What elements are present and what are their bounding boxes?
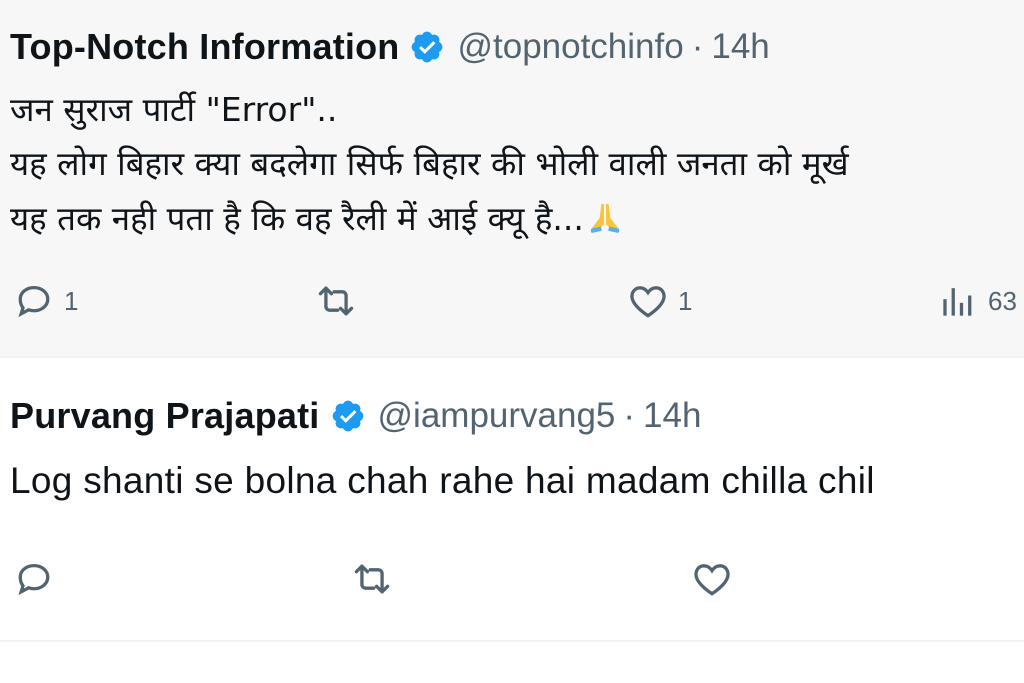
like-button[interactable] [690,554,734,604]
retweet-button[interactable] [314,276,358,326]
retweet-button[interactable] [350,554,394,604]
reply-button[interactable]: 1 [12,276,78,326]
tweet-text-line: यह तक नही पता है कि वह रैली में आई क्यू … [10,199,584,238]
author-handle[interactable]: @iampurvang5 [378,396,616,436]
separator-dot: · [623,396,636,435]
retweet-icon [354,564,390,594]
separator-dot: · [691,27,704,66]
author-name[interactable]: Purvang Prajapati [10,395,320,437]
tweet-actions: 1 1 63 [0,276,1024,326]
tweet-text-line-with-emoji: यह तक नही पता है कि वह रैली में आई क्यू … [10,195,624,240]
views-count: 63 [988,285,1017,316]
retweet-icon [318,286,354,316]
author-name[interactable]: Top-Notch Information [10,26,399,68]
views-chart-icon [943,288,972,316]
verified-badge-icon [412,31,443,63]
tweet-text-line: Log shanti se bolna chah rahe hai madam … [10,460,875,501]
views-button[interactable]: 63 [936,276,1017,326]
reply-button[interactable] [12,554,64,604]
tweet-text-line: यह लोग बिहार क्या बदलेगा सिर्फ बिहार की … [10,144,849,183]
tweet-header: Top-Notch Information @topnotchinfo · 14… [10,26,770,68]
heart-icon [694,564,730,596]
reply-icon [18,285,50,318]
tweet[interactable]: Top-Notch Information @topnotchinfo · 14… [0,0,1024,356]
like-button[interactable]: 1 [626,276,692,326]
reply-icon [18,563,50,596]
tweet[interactable]: Purvang Prajapati @iampurvang5 · 14h Log… [0,362,1024,640]
divider [0,356,1024,358]
tweet-actions [0,554,1024,604]
tweet-header: Purvang Prajapati @iampurvang5 · 14h [10,395,701,437]
heart-icon [630,286,666,318]
reply-count: 1 [64,285,79,316]
folded-hands-icon [590,203,620,233]
divider [0,640,1024,642]
like-count: 1 [678,285,693,316]
timestamp[interactable]: 14h [643,396,701,436]
tweet-text-line: जन सुराज पार्टी "Error".. [10,90,338,129]
verified-badge-icon [332,400,363,432]
timestamp[interactable]: 14h [711,27,769,67]
author-handle[interactable]: @topnotchinfo [457,27,683,67]
